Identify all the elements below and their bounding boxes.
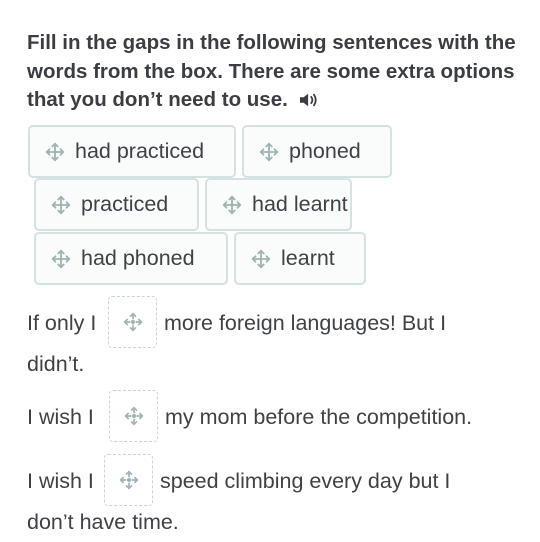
option-label: practiced	[81, 192, 169, 216]
sentence-text-after: more foreign languages! But I	[164, 311, 447, 335]
gap-2[interactable]	[109, 390, 158, 442]
option-label: learnt	[281, 246, 335, 270]
sentence-text-before: If only I	[27, 311, 97, 335]
option-had-phoned[interactable]: had phoned	[34, 232, 228, 285]
drop-target-icon	[119, 470, 139, 490]
option-phoned[interactable]: phoned	[242, 125, 392, 178]
instructions-text: Fill in the gaps in the following senten…	[27, 31, 516, 111]
sentence-text-before: I wish I	[27, 469, 94, 493]
option-label: had learnt	[252, 192, 348, 216]
drop-target-icon	[124, 406, 144, 426]
sentence-text-continued: didn’t.	[27, 352, 85, 376]
option-label: had practiced	[75, 139, 205, 163]
option-had-learnt[interactable]: had learnt	[205, 178, 352, 231]
move-icon	[44, 141, 66, 163]
option-label: had phoned	[81, 246, 195, 270]
instructions: Fill in the gaps in the following senten…	[27, 29, 527, 115]
sentence-text-before: I wish I	[27, 405, 94, 429]
gap-3[interactable]	[104, 454, 153, 506]
option-had-practiced[interactable]: had practiced	[28, 125, 236, 178]
drop-target-icon	[123, 312, 143, 332]
move-icon	[221, 194, 243, 216]
option-learnt[interactable]: learnt	[234, 232, 366, 285]
sentence-text-after: my mom before the competition.	[165, 405, 473, 429]
move-icon	[258, 141, 280, 163]
move-icon	[250, 248, 272, 270]
move-icon	[50, 194, 72, 216]
option-label: phoned	[289, 139, 361, 163]
sentence-text-continued: don’t have time.	[27, 510, 179, 534]
option-practiced[interactable]: practiced	[34, 178, 199, 231]
gap-1[interactable]	[108, 296, 157, 348]
speaker-icon[interactable]	[298, 89, 320, 107]
move-icon	[50, 248, 72, 270]
sentence-text-after: speed climbing every day but I	[160, 469, 451, 493]
